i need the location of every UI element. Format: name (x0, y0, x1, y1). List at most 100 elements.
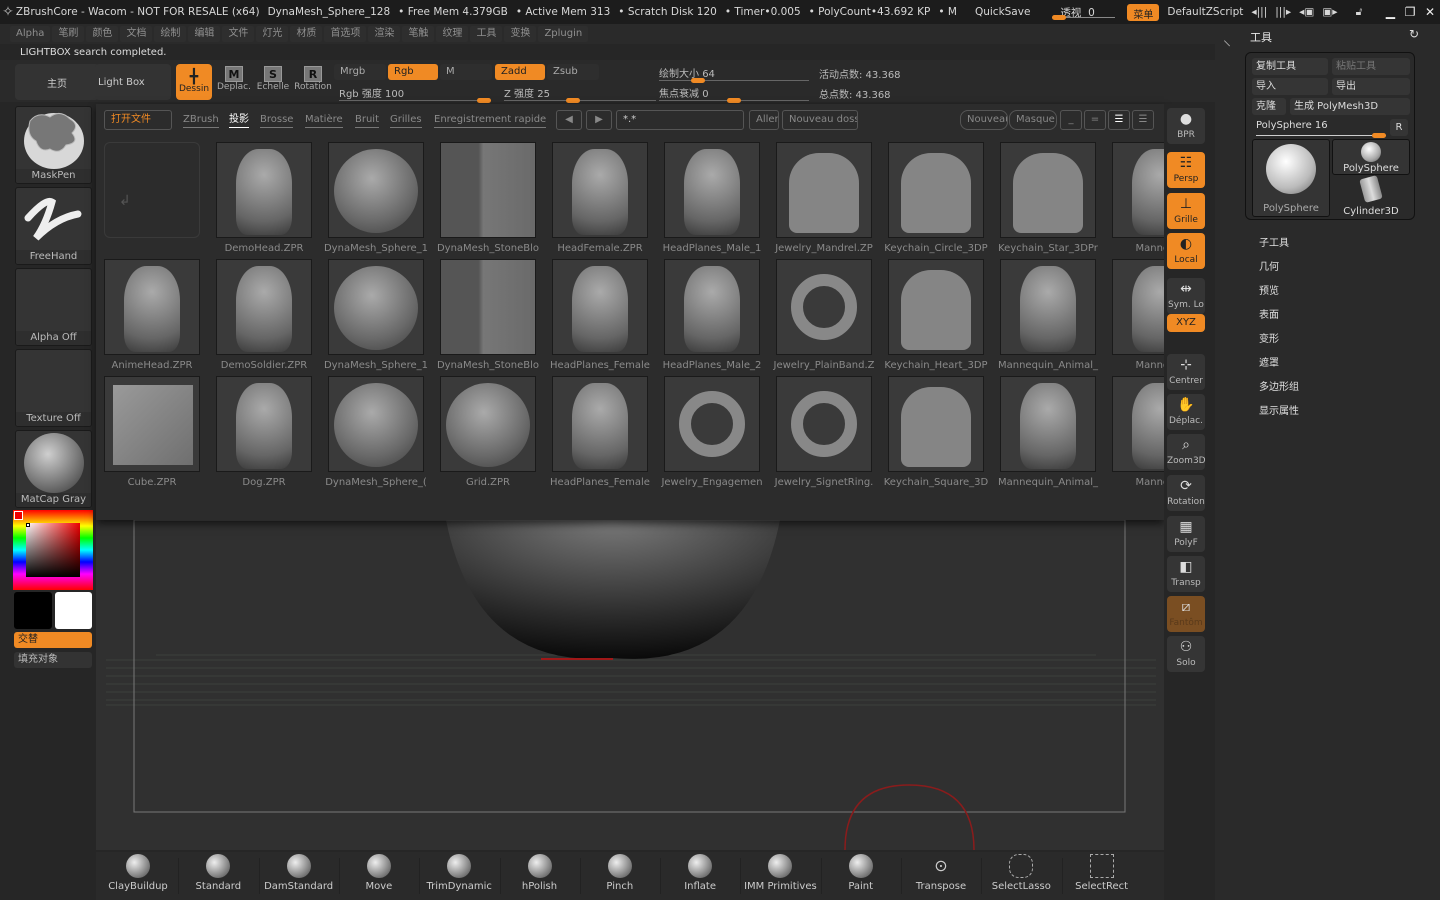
menu-item[interactable]: 工具 (470, 26, 503, 42)
tool-section-item[interactable]: 多边形组 (1259, 378, 1299, 393)
canvas-viewport[interactable] (96, 519, 1164, 851)
clone-button[interactable]: 克隆 (1252, 98, 1286, 115)
lightbox-item-thumb[interactable] (776, 376, 872, 472)
brush-inflate[interactable]: Inflate (660, 852, 740, 898)
secondary-color-swatch[interactable] (55, 592, 92, 629)
lightbox-item-thumb[interactable] (888, 259, 984, 355)
shrink-ui-icon[interactable]: ◂||| (1251, 6, 1267, 18)
sv-marker[interactable] (26, 523, 30, 527)
restore-button[interactable]: ❐ (1400, 5, 1420, 19)
view-button-persp[interactable]: ☷ Persp (1167, 152, 1205, 188)
lightbox-item-thumb[interactable] (552, 376, 648, 472)
menu-item[interactable]: 纹理 (436, 26, 469, 42)
menu-toggle-button[interactable]: 菜单 (1127, 3, 1160, 21)
hue-marker[interactable] (14, 511, 23, 520)
view-button-grille[interactable]: ⊥ Grille (1167, 193, 1205, 229)
brush-transpose[interactable]: ⊙ Transpose (901, 852, 981, 898)
sphere-mesh[interactable] (446, 520, 780, 659)
lightbox-item-thumb[interactable] (440, 259, 536, 355)
import-button[interactable]: 导入 (1252, 78, 1328, 95)
menu-item[interactable]: 灯光 (256, 26, 289, 42)
go-button[interactable]: Aller (749, 110, 779, 130)
next-arrow-button[interactable]: ▶ (586, 110, 612, 130)
fill-object-button[interactable]: 填充对象 (14, 652, 92, 668)
slider-knob[interactable] (566, 98, 580, 103)
lightbox-item-thumb[interactable] (776, 259, 872, 355)
lightbox-tab[interactable]: 投影 (229, 114, 249, 128)
view-button-transp[interactable]: ◧ Transp (1167, 556, 1205, 592)
view-button-local[interactable]: ◐ Local (1167, 233, 1205, 269)
brush-trimdynamic[interactable]: TrimDynamic (419, 852, 499, 898)
tool-section-item[interactable]: 显示属性 (1259, 402, 1299, 417)
lightbox-tab[interactable]: Brosse (260, 114, 294, 128)
draw-size-slider[interactable]: 绘制大小 64 (659, 65, 809, 83)
brush-standard[interactable]: Standard (178, 852, 258, 898)
view-button-rotation[interactable]: ⟳ Rotation (1167, 475, 1205, 511)
lightbox-item-thumb[interactable] (552, 142, 648, 238)
stroke-picker[interactable]: FreeHand (15, 187, 92, 265)
menu-item[interactable]: 笔刷 (52, 26, 85, 42)
tool-section-item[interactable]: 表面 (1259, 306, 1279, 321)
open-file-button[interactable]: 打开文件 (104, 110, 172, 130)
brush-paint[interactable]: Paint (821, 852, 901, 898)
unlock-icon[interactable]: 🔓︎ (1356, 6, 1363, 19)
mask-button[interactable]: Masque (1009, 110, 1057, 130)
material-picker[interactable]: MatCap Gray (15, 430, 92, 508)
search-input[interactable]: *.* (616, 110, 744, 130)
lightbox-tab[interactable]: Matière (305, 114, 343, 128)
lightbox-tab[interactable]: Grilles (390, 114, 422, 128)
menu-item[interactable]: Zplugin (538, 26, 589, 42)
lightbox-item-thumb[interactable] (776, 142, 872, 238)
default-zscript-button[interactable]: DefaultZScript (1167, 6, 1243, 18)
mrgb-toggle[interactable]: Mrgb (334, 64, 386, 80)
menu-item[interactable]: 文档 (120, 26, 153, 42)
prev-layout-icon[interactable]: ◂▣ (1299, 6, 1314, 18)
tool-thumb-polysphere[interactable]: PolySphere (1332, 139, 1410, 175)
lightbox-item-thumb[interactable] (552, 259, 648, 355)
view-button-xyz[interactable]: XYZ (1167, 314, 1205, 332)
menu-item[interactable]: 笔触 (402, 26, 435, 42)
view-button-centrer[interactable]: ⊹ Centrer (1167, 354, 1205, 390)
next-layout-icon[interactable]: ▣▸ (1322, 6, 1337, 18)
quicksave-button[interactable]: QuickSave (975, 6, 1030, 18)
texture-picker[interactable]: Texture Off (15, 349, 92, 427)
view-size-1-icon[interactable]: _ (1060, 110, 1082, 130)
tool-section-item[interactable]: 几何 (1259, 258, 1279, 273)
menu-item[interactable]: 首选项 (324, 26, 367, 42)
export-button[interactable]: 导出 (1332, 78, 1410, 95)
slider-knob[interactable] (1052, 15, 1067, 20)
home-button[interactable]: 主页 (15, 64, 99, 100)
lightbox-item-thumb[interactable] (1000, 259, 1096, 355)
copy-tool-button[interactable]: 复制工具 (1252, 58, 1328, 75)
lightbox-item-thumb[interactable] (888, 142, 984, 238)
lightbox-tab[interactable]: Enregistrement rapide (434, 114, 547, 128)
view-button-d-plac-[interactable]: ✋ Déplac. (1167, 394, 1205, 430)
brush-hpolish[interactable]: hPolish (500, 852, 580, 898)
lightbox-item-thumb[interactable] (440, 376, 536, 472)
slider-knob[interactable] (477, 98, 491, 103)
lightbox-item-thumb[interactable] (328, 259, 424, 355)
lightbox-button[interactable]: Light Box (95, 64, 171, 100)
lightbox-item-thumb[interactable] (216, 376, 312, 472)
reset-icon[interactable]: ↻ (1409, 27, 1419, 41)
draw-button[interactable]: ╋ Dessin (176, 64, 212, 100)
lightbox-item-thumb[interactable] (216, 142, 312, 238)
lightbox-item-thumb[interactable] (328, 376, 424, 472)
lightbox-item-thumb[interactable] (440, 142, 536, 238)
view-button-bpr[interactable]: ● BPR (1167, 108, 1205, 144)
close-button[interactable]: ✕ (1420, 5, 1440, 19)
brush-selectlasso[interactable]: SelectLasso (981, 852, 1061, 898)
lightbox-item-thumb[interactable] (104, 376, 200, 472)
brush-move[interactable]: Move (339, 852, 419, 898)
lightbox-tab[interactable]: ZBrush (183, 114, 219, 128)
minimize-button[interactable]: ▁ (1380, 5, 1400, 19)
view-button-fant-m[interactable]: ⧄ Fantôm (1167, 596, 1205, 632)
lightbox-item-thumb[interactable] (104, 259, 200, 355)
menu-item[interactable]: Alpha (10, 26, 51, 42)
r-button[interactable]: R (1390, 119, 1408, 136)
lightbox-item-thumb[interactable] (328, 142, 424, 238)
lightbox-item-thumb[interactable] (1000, 142, 1096, 238)
lightbox-item-thumb[interactable] (216, 259, 312, 355)
view-size-3-icon[interactable]: ☰ (1108, 110, 1130, 130)
brush-damstandard[interactable]: DamStandard (259, 852, 339, 898)
